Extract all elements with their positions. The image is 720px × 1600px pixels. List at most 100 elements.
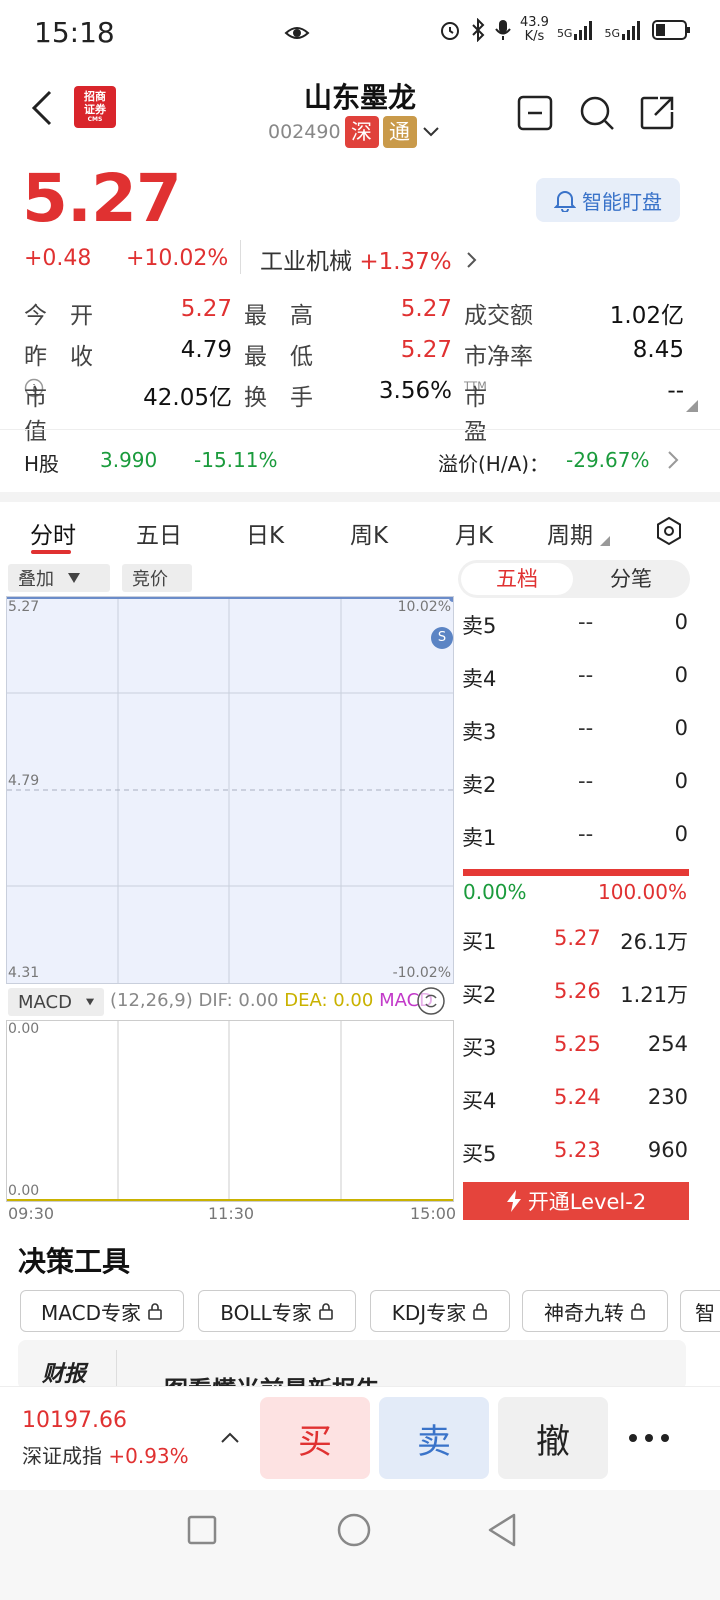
chart-tabs: 分时 五日 日K 周K 月K 周期: [0, 508, 720, 556]
bid-row: 买3 5.25 254: [462, 1032, 688, 1060]
overlay-dropdown[interactable]: 叠加: [8, 564, 110, 592]
eye-icon: [284, 20, 310, 50]
signal-icon-2: 5G: [604, 20, 644, 40]
caret-down-icon: [68, 573, 80, 583]
quote-label: 最 高: [244, 303, 313, 329]
indicator-dropdown[interactable]: MACD: [8, 988, 104, 1016]
tab-five-levels[interactable]: 五档: [461, 563, 573, 595]
current-price: 5.27: [22, 160, 182, 237]
tab-monthly-k[interactable]: 月K: [455, 516, 493, 550]
financial-report-card[interactable]: 财报 一图看懂当前最新报告: [18, 1340, 686, 1390]
tab-weekly-k[interactable]: 周K: [350, 516, 388, 550]
settings-icon[interactable]: [654, 516, 684, 546]
ask-row: 卖4 -- 0: [462, 663, 688, 691]
premium-value: -29.67%: [566, 448, 650, 472]
bluetooth-icon: [472, 18, 485, 42]
index-info[interactable]: 深证成指 +0.93%: [22, 1440, 189, 1469]
y2-axis-bottom: -10.02%: [392, 965, 451, 981]
macd-chart[interactable]: 0.00 0.00: [6, 1020, 454, 1202]
buy-button[interactable]: 买: [260, 1397, 370, 1479]
x-axis-label: 09:30: [8, 1204, 55, 1223]
macd-readout: (12,26,9) DIF: 0.00 DEA: 0.00 MACD: [110, 990, 434, 1011]
quote-value: 3.56%: [378, 378, 452, 404]
bid-row: 买2 5.26 1.21万: [462, 979, 688, 1007]
report-logo: 财报: [42, 1362, 87, 1387]
divider: [240, 240, 241, 274]
tab-intraday[interactable]: 分时: [30, 516, 76, 550]
divider: [0, 429, 720, 430]
quote-label: 市净率: [464, 344, 533, 370]
quote-row: 今 开 5.27 最 高 5.27 成交额 1.02亿: [24, 296, 696, 337]
sell-button[interactable]: 卖: [379, 1397, 489, 1479]
quote-value: 5.27: [180, 296, 232, 322]
refresh-circle-icon[interactable]: [416, 986, 446, 1016]
bid-row: 买4 5.24 230: [462, 1085, 688, 1113]
recent-apps-icon[interactable]: [186, 1514, 218, 1546]
mic-icon: [495, 20, 511, 40]
tool-magic-nine[interactable]: 神奇九转: [522, 1290, 668, 1332]
industry-name: 工业机械: [260, 249, 352, 275]
quote-value: 5.27: [400, 296, 452, 322]
nav-back-icon[interactable]: [486, 1512, 518, 1548]
status-bar: 15:18 43.9 K/s 5G 5G: [0, 0, 720, 68]
minus-square-icon[interactable]: [516, 94, 554, 132]
tab-tick-trades[interactable]: 分笔: [575, 563, 687, 595]
quote-grid: 今 开 5.27 最 高 5.27 成交额 1.02亿 昨 收 4.79 最 低…: [24, 296, 696, 445]
cancel-order-button[interactable]: 撤: [498, 1397, 608, 1479]
h-share-price: 3.990: [100, 448, 158, 472]
chevron-up-icon[interactable]: [218, 1428, 242, 1448]
bid-row: 买5 5.23 960: [462, 1138, 688, 1166]
y-axis-mid: 4.79: [8, 773, 40, 789]
quote-value: 4.79: [180, 337, 232, 363]
tool-more[interactable]: 智: [680, 1290, 720, 1332]
buy-ratio: 0.00%: [463, 880, 527, 904]
quote-value: 8.45: [632, 337, 684, 363]
search-icon[interactable]: [578, 94, 616, 132]
intraday-chart[interactable]: 5.27 4.79 4.31 10.02% -10.02% S: [6, 596, 454, 984]
home-icon[interactable]: [336, 1512, 372, 1548]
smart-watch-button[interactable]: 智能盯盘: [536, 178, 680, 222]
h-share-row[interactable]: H股 3.990 -15.11% 溢价(H/A)： -29.67%: [0, 440, 720, 482]
lock-icon: [148, 1303, 162, 1320]
tool-kdj-expert[interactable]: KDJ专家: [370, 1290, 510, 1332]
tab-five-day[interactable]: 五日: [136, 516, 182, 550]
macd-axis-top: 0.00: [8, 1021, 40, 1037]
tools-section-title: 决策工具: [18, 1245, 131, 1278]
sell-marker[interactable]: S: [431, 627, 453, 649]
h-share-pct: -15.11%: [194, 448, 278, 472]
ask-row: 卖3 -- 0: [462, 716, 688, 744]
divider: [116, 1350, 117, 1390]
alarm-icon: [440, 22, 459, 40]
price-change-pct: +10.02%: [126, 246, 229, 271]
quote-label-market-cap[interactable]: 市值: [24, 378, 47, 445]
tag-shen: 深: [344, 116, 379, 148]
tab-period[interactable]: 周期: [547, 516, 593, 550]
stock-code-row[interactable]: 002490 深 通: [268, 116, 441, 148]
share-icon[interactable]: [638, 94, 676, 132]
ask-row: 卖1 -- 0: [462, 822, 688, 850]
expand-corner-icon[interactable]: [686, 400, 698, 412]
sell-ratio: 100.00%: [598, 880, 687, 904]
status-time: 15:18: [34, 16, 115, 49]
signal-icon-1: 5G: [557, 20, 597, 40]
quote-label: 成交额: [464, 303, 533, 329]
stock-code: 002490: [268, 121, 341, 143]
y-axis-bottom: 4.31: [8, 965, 40, 981]
chevron-right-icon: [668, 451, 679, 469]
active-tab-indicator: [31, 550, 71, 554]
x-axis-label: 11:30: [208, 1204, 255, 1223]
quote-label: 最 低: [244, 344, 313, 370]
quote-label: 今 开: [24, 303, 93, 329]
more-icon[interactable]: [626, 1430, 672, 1446]
quote-value: 1.02亿: [609, 303, 684, 329]
tab-daily-k[interactable]: 日K: [246, 516, 284, 550]
tool-boll-expert[interactable]: BOLL专家: [198, 1290, 356, 1332]
macd-axis-bottom: 0.00: [8, 1183, 40, 1199]
bid-row: 买1 5.27 26.1万: [462, 926, 688, 954]
auction-button[interactable]: 竞价: [122, 564, 192, 592]
macd-grid: [7, 1021, 453, 1201]
industry-link[interactable]: 工业机械 +1.37%: [260, 242, 479, 276]
tool-macd-expert[interactable]: MACD专家: [20, 1290, 184, 1332]
lightning-icon: [506, 1190, 521, 1212]
level2-upgrade-button[interactable]: 开通Level-2: [463, 1182, 689, 1220]
